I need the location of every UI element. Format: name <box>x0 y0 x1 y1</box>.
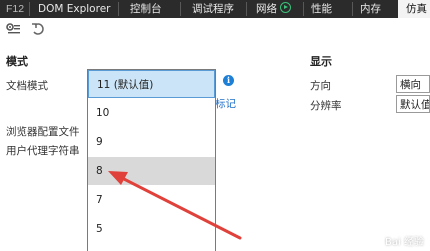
watermark: Bai 经验 <box>385 237 424 248</box>
annotation-arrow <box>108 171 242 240</box>
